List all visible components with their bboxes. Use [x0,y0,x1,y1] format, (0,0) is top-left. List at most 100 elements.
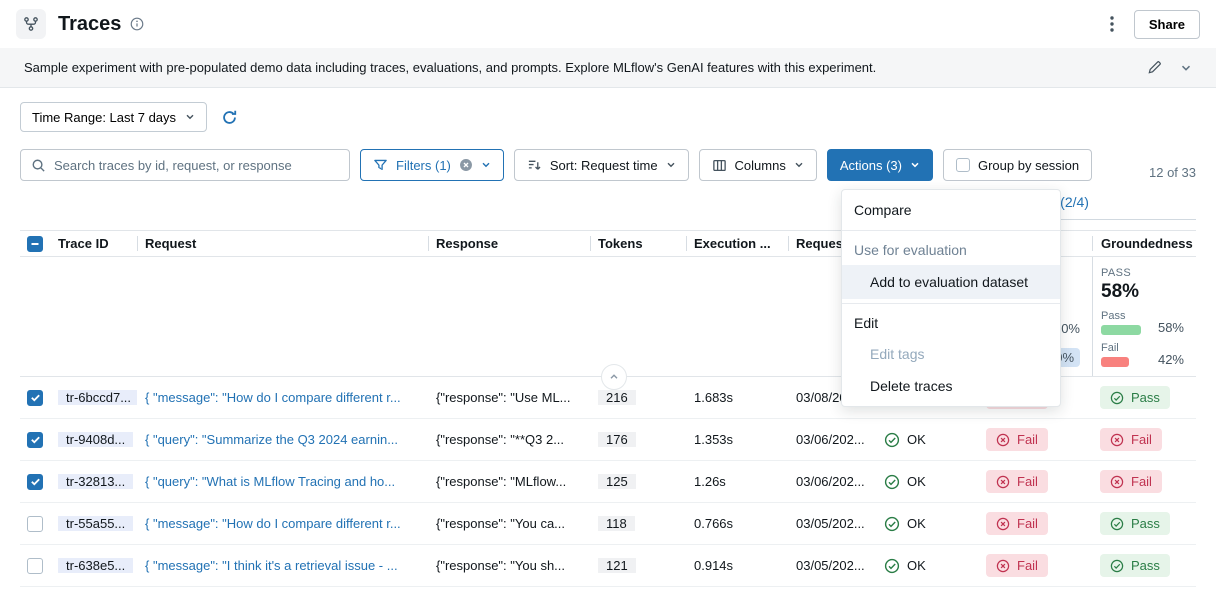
request-time: 03/06/202... [788,432,870,447]
state-value: OK [907,474,926,489]
request-link[interactable]: { "message": "How do I compare different… [145,390,401,405]
table-row[interactable]: tr-55a55... { "message": "How do I compa… [20,503,1196,545]
menu-group-edit: Edit [842,308,1060,338]
row-checkbox[interactable] [27,390,43,406]
sort-button[interactable]: Sort: Request time [514,149,689,181]
group-by-session-checkbox[interactable] [956,158,970,172]
actions-button[interactable]: Actions (3) [827,149,933,181]
chevron-up-icon [609,372,619,382]
tokens-value: 121 [598,558,636,573]
state-value: OK [907,432,926,447]
request-link[interactable]: { "query": "Summarize the Q3 2024 earnin… [145,432,398,447]
menu-divider [842,303,1060,304]
trace-id-link[interactable]: tr-55a55... [58,516,133,531]
request-link[interactable]: { "message": "I think it's a retrieval i… [145,558,398,573]
col-header-trace-id[interactable]: Trace ID [50,236,137,251]
response-cell: {"response": "You ca... [428,516,590,531]
columns-button[interactable]: Columns [699,149,817,181]
pencil-icon[interactable] [1147,60,1162,75]
trace-id-link[interactable]: tr-32813... [58,474,133,489]
sort-label: Sort: Request time [550,158,658,173]
trace-id-link[interactable]: tr-9408d... [58,432,133,447]
group-by-session-toggle[interactable]: Group by session [943,149,1092,181]
tokens-value: 216 [598,390,636,405]
circle-check-icon [1110,517,1124,531]
groundedness-fail-bar[interactable] [1101,357,1129,367]
time-range-dropdown[interactable]: Time Range: Last 7 days [20,102,207,132]
state-value: OK [907,558,926,573]
tokens-value: 176 [598,432,636,447]
trace-id-link[interactable]: tr-6bccd7... [58,390,137,405]
trace-id-link[interactable]: tr-638e5... [58,558,133,573]
execution-time: 1.683s [686,390,788,405]
col-header-execution[interactable]: Execution ... [686,236,788,251]
share-button[interactable]: Share [1134,10,1200,39]
search-box[interactable] [20,149,350,181]
groundedness-pass-bar[interactable] [1101,325,1141,335]
menu-group-use-for-evaluation: Use for evaluation [842,235,1060,265]
assessment-badge[interactable]: Fail [986,554,1048,577]
groundedness-fail-label: Fail [1101,342,1129,354]
groundedness-badge[interactable]: Fail [1100,428,1162,451]
filters-button[interactable]: Filters (1) [360,149,504,181]
row-checkbox[interactable] [27,474,43,490]
menu-item-delete-traces[interactable]: Delete traces [842,370,1060,402]
assessment-badge[interactable]: Fail [986,512,1048,535]
row-checkbox[interactable] [27,432,43,448]
response-cell: {"response": "MLflow... [428,474,590,489]
funnel-icon [373,158,388,173]
circle-check-icon [1110,559,1124,573]
search-input[interactable] [54,158,339,173]
x-circle-icon[interactable] [459,158,473,172]
menu-item-edit-tags[interactable]: Edit tags [842,338,1060,370]
actions-dropdown-menu: Compare Use for evaluation Add to evalua… [841,189,1061,407]
kebab-menu-icon[interactable] [1098,10,1126,38]
table-row[interactable]: tr-32813... { "query": "What is MLflow T… [20,461,1196,503]
groundedness-overall-label: PASS [1101,267,1184,279]
filters-label: Filters (1) [396,158,451,173]
menu-divider [842,230,1060,231]
circle-x-icon [996,475,1010,489]
table-row[interactable]: tr-638e5... { "message": "I think it's a… [20,545,1196,587]
time-range-bar: Time Range: Last 7 days [20,102,1196,132]
groundedness-summary: PASS 58% Pass 58% Fail 42% [1093,257,1196,367]
execution-time: 0.914s [686,558,788,573]
assessment-badge[interactable]: Fail [986,470,1048,493]
request-link[interactable]: { "query": "What is MLflow Tracing and h… [145,474,395,489]
table-row[interactable]: tr-9408d... { "query": "Summarize the Q3… [20,419,1196,461]
row-checkbox[interactable] [27,558,43,574]
trace-graph-icon [16,9,46,39]
circle-x-icon [996,433,1010,447]
request-link[interactable]: { "message": "How do I compare different… [145,516,401,531]
page-header: Traces Share [0,0,1216,48]
info-icon[interactable] [130,17,144,31]
circle-check-icon [1110,391,1124,405]
sort-descending-icon [527,158,542,173]
row-checkbox[interactable] [27,516,43,532]
chevron-down-icon [910,160,920,170]
refresh-icon[interactable] [221,109,238,126]
assessment-badge[interactable]: Fail [986,428,1048,451]
menu-item-compare[interactable]: Compare [842,194,1060,226]
col-header-tokens[interactable]: Tokens [590,236,686,251]
groundedness-badge[interactable]: Pass [1100,386,1170,409]
chevron-down-icon [185,112,195,122]
collapse-summary-button[interactable] [601,364,627,390]
circle-x-icon [1110,475,1124,489]
groundedness-badge[interactable]: Pass [1100,512,1170,535]
menu-item-add-to-evaluation-dataset[interactable]: Add to evaluation dataset [842,265,1060,299]
circle-check-icon [884,558,900,574]
groundedness-pass-value: 58% [1158,320,1184,335]
select-all-checkbox[interactable] [27,236,43,252]
groundedness-badge[interactable]: Fail [1100,470,1162,493]
col-header-request[interactable]: Request [137,236,428,251]
request-time: 03/06/202... [788,474,870,489]
groundedness-pass-label: Pass [1101,310,1141,322]
groundedness-badge[interactable]: Pass [1100,554,1170,577]
chevron-down-icon[interactable] [1180,62,1192,74]
col-header-response[interactable]: Response [428,236,590,251]
response-cell: {"response": "**Q3 2... [428,432,590,447]
time-range-label: Time Range: Last 7 days [32,110,176,125]
col-header-groundedness[interactable]: Groundedness [1092,236,1196,251]
chevron-down-icon [481,160,491,170]
